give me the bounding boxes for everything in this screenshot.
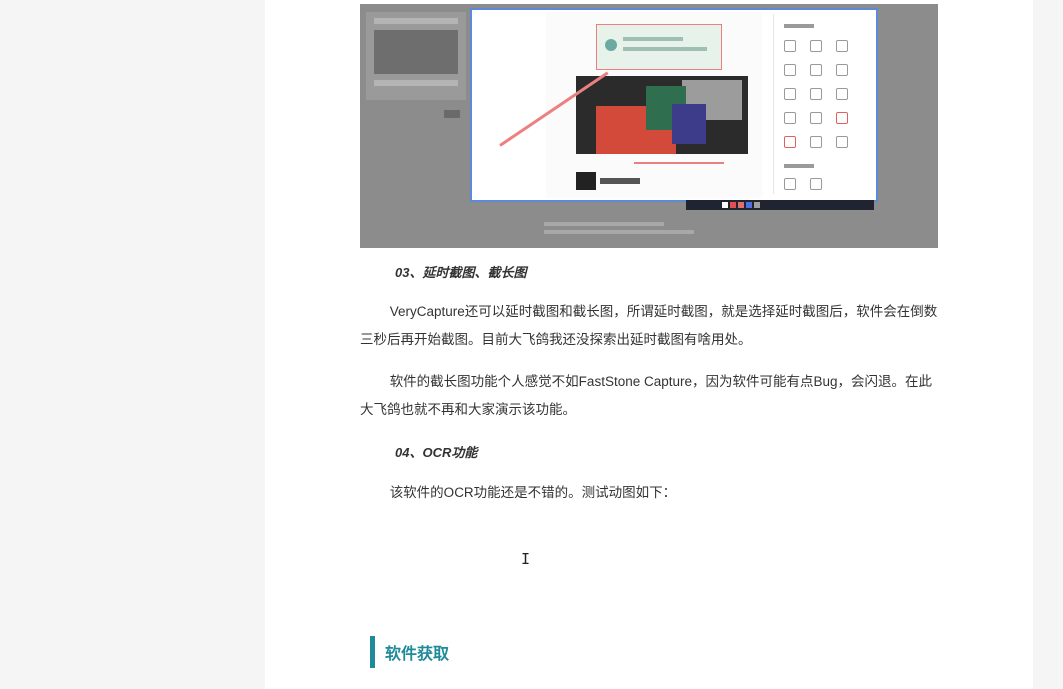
screenshot-left-panel <box>366 12 466 100</box>
section-heading-download: 软件获取 <box>370 636 449 668</box>
article-content: 03、延时截图、截长图 VeryCapture还可以延时截图和截长图，所谓延时截… <box>265 0 1033 689</box>
text-cursor-icon: I <box>521 550 531 568</box>
heading-ocr: 04、OCR功能 <box>395 445 478 460</box>
paragraph-ocr: 该软件的OCR功能还是不错的。测试动图如下： <box>389 485 677 500</box>
share-card <box>596 24 722 70</box>
verycapture-screenshot-image <box>360 4 938 248</box>
capture-editor-dialog <box>470 8 878 202</box>
paragraph-delay-capture: VeryCapture还可以延时截图和截长图，所谓延时截图，就是选择延时截图后，… <box>360 304 938 347</box>
logo-mark <box>576 172 596 190</box>
sample-photo <box>576 76 748 154</box>
paragraph-long-capture: 软件的截长图功能个人感觉不如FastStone Capture，因为软件可能有点… <box>360 374 933 417</box>
capture-toolbar <box>686 200 874 210</box>
tool-side-panel <box>773 14 870 194</box>
heading-delay-long-capture: 03、延时截图、截长图 <box>395 265 527 280</box>
